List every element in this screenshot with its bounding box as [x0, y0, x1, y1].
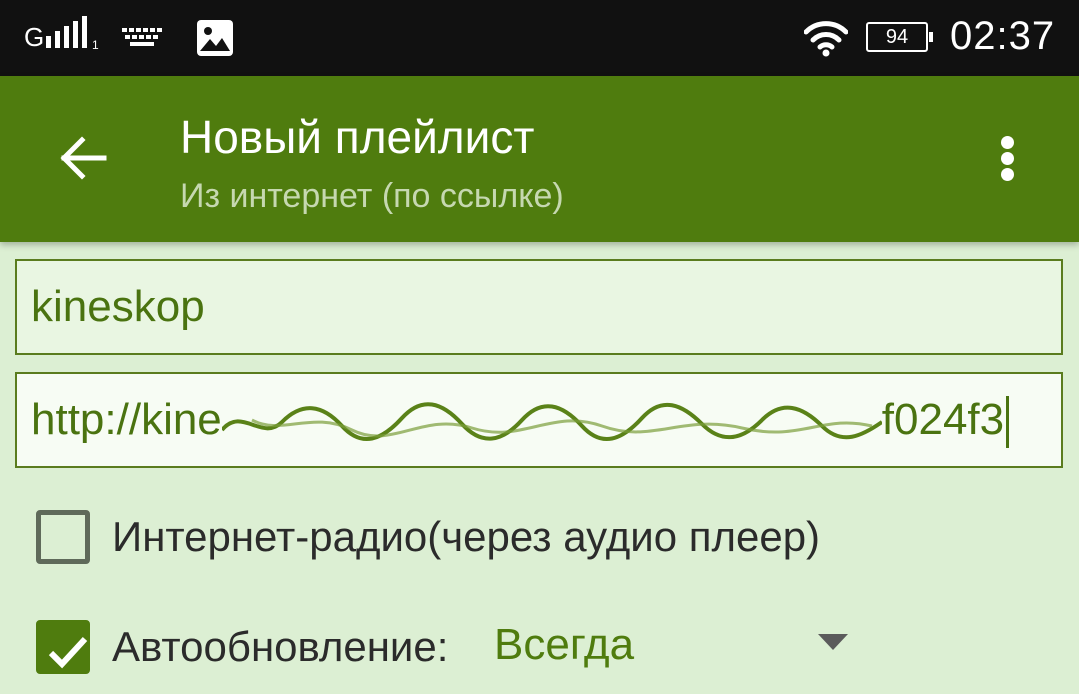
url-prefix: http://kine	[31, 395, 222, 444]
wifi-icon	[804, 21, 848, 57]
internet-radio-row[interactable]: Интернет-радио(через аудио плеер)	[36, 507, 820, 567]
playlist-url-input[interactable]: http://kine f024f3	[15, 372, 1063, 468]
battery-icon: 94	[866, 22, 933, 52]
app-bar: Новый плейлист Из интернет (по ссылке)	[0, 76, 1079, 242]
autoupdate-select[interactable]: Всегда	[494, 620, 634, 670]
clock: 02:37	[950, 14, 1056, 58]
sim-number: 1	[92, 38, 99, 52]
keyboard-icon	[122, 28, 162, 46]
check-icon	[48, 636, 88, 669]
back-button[interactable]	[44, 128, 124, 188]
autoupdate-label: Автообновление:	[112, 623, 449, 670]
text-cursor	[1006, 396, 1010, 449]
arrow-left-icon	[60, 136, 107, 180]
internet-radio-label: Интернет-радио(через аудио плеер)	[112, 513, 821, 560]
status-bar: G 1 94 02:37	[0, 0, 1079, 76]
page-subtitle: Из интернет (по ссылке)	[180, 177, 564, 215]
image-icon	[197, 20, 233, 56]
internet-radio-checkbox[interactable]	[36, 510, 90, 564]
signal-icon: G 1	[24, 16, 104, 52]
obscured-url-scribble	[221, 402, 882, 442]
playlist-name-input[interactable]: kineskop	[15, 259, 1063, 355]
more-vert-icon[interactable]	[990, 128, 1026, 188]
autoupdate-row[interactable]: Автообновление:	[36, 617, 448, 677]
dropdown-arrow-icon[interactable]	[818, 634, 848, 650]
page-title: Новый плейлист	[180, 111, 535, 163]
url-suffix: f024f3	[881, 395, 1005, 444]
network-type: G	[24, 22, 45, 52]
playlist-name-value: kineskop	[31, 282, 205, 331]
autoupdate-checkbox[interactable]	[36, 620, 90, 674]
